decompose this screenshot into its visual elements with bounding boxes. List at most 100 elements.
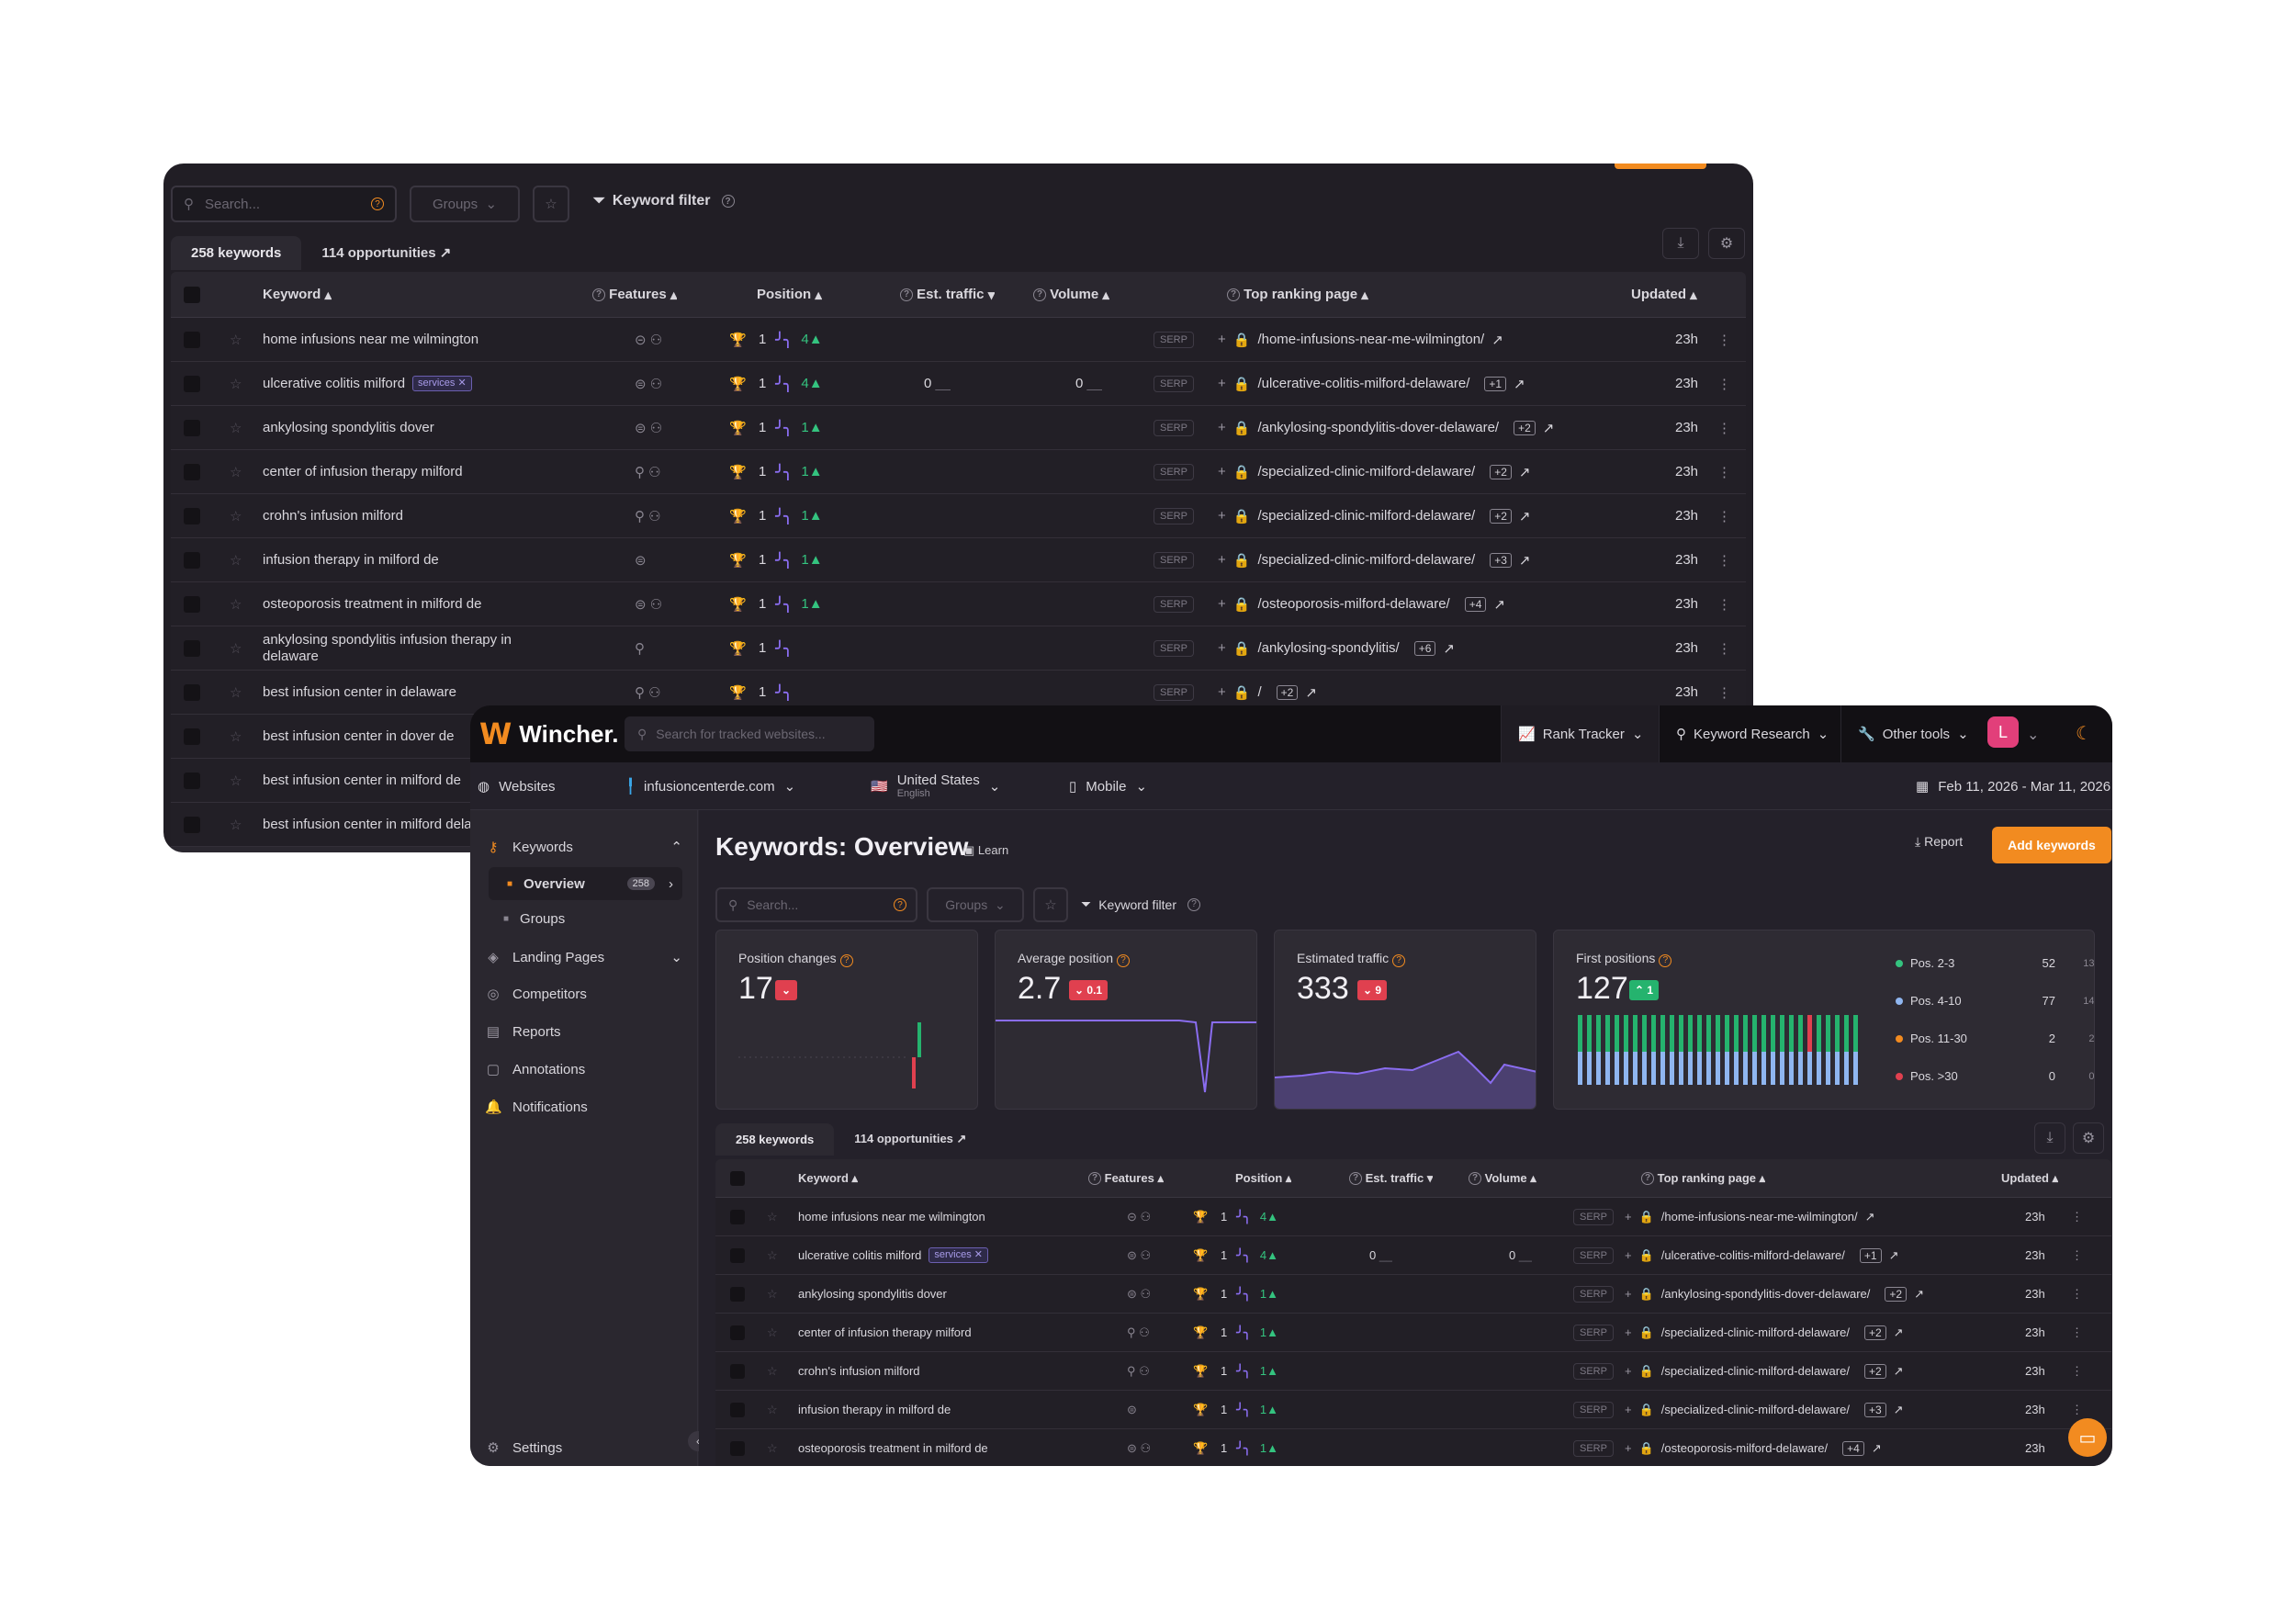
table-row[interactable]: ☆ ankylosing spondylitis infusion therapy… — [171, 626, 1746, 671]
external-link-icon[interactable]: ↗ — [1519, 552, 1531, 569]
row-checkbox[interactable] — [184, 419, 200, 436]
learn-link[interactable]: ▣ Learn — [963, 843, 1008, 858]
external-link-icon[interactable]: ↗ — [1914, 1287, 1924, 1302]
external-link-icon[interactable]: ↗ — [1443, 640, 1455, 657]
table-row[interactable]: ☆ home infusions near me wilmington ⊝ ⚇ 🏆 1 ╯… — [171, 318, 1746, 362]
tag-badge[interactable]: services ✕ — [929, 1246, 988, 1264]
keyword-text[interactable]: home infusions near me wilmington — [798, 1210, 985, 1224]
keyword-text[interactable]: osteoporosis treatment in milford de — [798, 1441, 988, 1456]
serp-button[interactable]: SERP — [1573, 1285, 1614, 1303]
serp-button[interactable]: SERP — [1154, 375, 1194, 392]
help-icon[interactable]: ? — [371, 197, 384, 210]
star-icon[interactable]: ☆ — [230, 671, 242, 714]
row-checkbox[interactable] — [730, 1440, 745, 1456]
star-icon[interactable]: ☆ — [230, 538, 242, 581]
settings-button[interactable]: ⚙ — [2073, 1122, 2104, 1154]
tracked-websites-search[interactable]: ⚲ Search for tracked websites... — [625, 716, 874, 751]
groups-dropdown[interactable]: Groups ⌄ — [927, 887, 1024, 922]
serp-button[interactable]: SERP — [1154, 331, 1194, 348]
extra-pages-badge[interactable]: +2 — [1885, 1286, 1908, 1302]
external-link-icon[interactable]: ↗ — [1894, 1403, 1904, 1417]
col-features[interactable]: ? Features ▴ — [589, 272, 677, 317]
keyword-text[interactable]: ankylosing spondylitis infusion therapy … — [263, 632, 529, 665]
breadcrumb-country[interactable]: 🇺🇸 United States English ⌄ — [871, 762, 1000, 810]
table-row[interactable]: ☆ ulcerative colitis milford services ✕ ⊜ ⚇… — [171, 362, 1746, 406]
extra-pages-badge[interactable]: +1 — [1859, 1247, 1882, 1263]
sidebar-item-competitors[interactable]: ◎ Competitors — [485, 977, 682, 1010]
table-row[interactable]: ☆ ankylosing spondylitis dover ⊜ ⚇ 🏆 1 ╯╮ 1▲ SE… — [715, 1275, 2111, 1314]
add-note-icon[interactable]: + — [1625, 1441, 1632, 1455]
serp-button[interactable]: SERP — [1154, 639, 1194, 657]
row-checkbox[interactable] — [184, 331, 200, 348]
col-top-page[interactable]: ? Top ranking page ▴ — [1223, 272, 1368, 317]
col-volume[interactable]: ? Volume ▴ — [1030, 272, 1109, 317]
sidebar-item-notifications[interactable]: 🔔 Notifications — [485, 1090, 682, 1123]
col-top-page[interactable]: ? Top ranking page ▴ — [1638, 1159, 1765, 1197]
more-menu-icon[interactable]: ⋮ — [1717, 582, 1731, 626]
row-checkbox[interactable] — [730, 1209, 745, 1224]
external-link-icon[interactable]: ↗ — [1519, 508, 1531, 524]
extra-pages-badge[interactable]: +2 — [1276, 684, 1299, 700]
star-icon[interactable]: ☆ — [230, 318, 242, 361]
top-page-url[interactable]: /ankylosing-spondylitis-dover-delaware/ — [1257, 420, 1499, 435]
extra-pages-badge[interactable]: +6 — [1413, 640, 1436, 656]
tab-opportunities[interactable]: 114 opportunities ↗ — [301, 235, 471, 270]
add-note-icon[interactable]: + — [1218, 596, 1226, 612]
star-icon[interactable]: ☆ — [230, 803, 242, 846]
avatar[interactable]: L — [1987, 716, 2019, 748]
external-link-icon[interactable]: ↗ — [1872, 1441, 1882, 1456]
keyword-text[interactable]: infusion therapy in milford de — [263, 552, 439, 569]
add-note-icon[interactable]: + — [1218, 640, 1226, 656]
external-link-icon[interactable]: ↗ — [1543, 420, 1555, 436]
tab-keywords[interactable]: 258 keywords — [715, 1122, 835, 1156]
table-row[interactable]: ☆ osteoporosis treatment in milford de ⊜ ⚇… — [171, 582, 1746, 626]
row-checkbox[interactable] — [184, 463, 200, 480]
keyword-text[interactable]: ulcerative colitis milford — [263, 376, 405, 392]
star-icon[interactable]: ☆ — [230, 450, 242, 493]
top-page-url[interactable]: /osteoporosis-milford-delaware/ — [1661, 1441, 1828, 1455]
settings-button[interactable]: ⚙ — [1708, 228, 1745, 259]
search-input[interactable]: ⚲ Search...? — [715, 887, 917, 922]
star-icon[interactable]: ☆ — [767, 1314, 778, 1351]
row-checkbox[interactable] — [184, 727, 200, 745]
sidebar-item-overview[interactable]: ■ Overview 258 › — [489, 867, 682, 900]
star-icon[interactable]: ☆ — [767, 1352, 778, 1390]
table-row[interactable]: ☆ osteoporosis treatment in milford de ⊜ ⚇… — [715, 1429, 2111, 1466]
more-menu-icon[interactable]: ⋮ — [2071, 1352, 2083, 1390]
row-checkbox[interactable] — [184, 551, 200, 569]
star-icon[interactable]: ☆ — [230, 759, 242, 802]
row-checkbox[interactable] — [184, 375, 200, 392]
more-menu-icon[interactable]: ⋮ — [1717, 362, 1731, 405]
table-row[interactable]: ☆ infusion therapy in milford de ⊜ 🏆 1 ╯╮ 1▲ SE… — [171, 538, 1746, 582]
keyword-filter-button[interactable]: ⏷ Keyword filter? — [593, 193, 735, 209]
extra-pages-badge[interactable]: +2 — [1863, 1325, 1886, 1340]
col-volume[interactable]: ? Volume ▴ — [1465, 1159, 1536, 1197]
chat-button[interactable]: ▭ — [2068, 1418, 2107, 1457]
star-icon[interactable]: ☆ — [767, 1236, 778, 1274]
report-button[interactable]: ⤓ Report — [1915, 834, 1963, 850]
serp-button[interactable]: SERP — [1573, 1401, 1614, 1418]
serp-button[interactable]: SERP — [1154, 683, 1194, 701]
add-note-icon[interactable]: + — [1625, 1325, 1632, 1339]
more-menu-icon[interactable]: ⋮ — [2071, 1198, 2083, 1235]
top-page-url[interactable]: /specialized-clinic-milford-delaware/ — [1257, 552, 1475, 568]
star-icon[interactable]: ☆ — [230, 494, 242, 537]
keyword-text[interactable]: crohn's infusion milford — [263, 508, 403, 524]
serp-button[interactable]: SERP — [1154, 419, 1194, 436]
sidebar-item-keywords[interactable]: ⚷ Keywords ⌃ — [485, 830, 683, 863]
table-row[interactable]: ☆ center of infusion therapy milford ⚲ ⚇ 🏆 1… — [171, 450, 1746, 494]
col-est-traffic[interactable]: ? Est. traffic ▾ — [1345, 1159, 1433, 1197]
more-menu-icon[interactable]: ⋮ — [2071, 1275, 2083, 1313]
more-menu-icon[interactable]: ⋮ — [1717, 626, 1731, 670]
star-icon[interactable]: ☆ — [230, 362, 242, 405]
serp-button[interactable]: SERP — [1573, 1246, 1614, 1264]
table-row[interactable]: ☆ center of infusion therapy milford ⚲ ⚇ 🏆 1… — [715, 1314, 2111, 1352]
serp-button[interactable]: SERP — [1573, 1208, 1614, 1225]
sidebar-item-settings[interactable]: ⚙ Settings — [485, 1431, 682, 1464]
top-page-url[interactable]: /specialized-clinic-milford-delaware/ — [1661, 1403, 1850, 1416]
table-row[interactable]: ☆ crohn's infusion milford ⚲ ⚇ 🏆 1 ╯╮ 1▲ SERP + 🔒… — [715, 1352, 2111, 1391]
star-icon[interactable]: ☆ — [767, 1275, 778, 1313]
keyword-text[interactable]: center of infusion therapy milford — [263, 464, 463, 480]
keyword-text[interactable]: ankylosing spondylitis dover — [798, 1287, 947, 1302]
more-menu-icon[interactable]: ⋮ — [1717, 318, 1731, 361]
